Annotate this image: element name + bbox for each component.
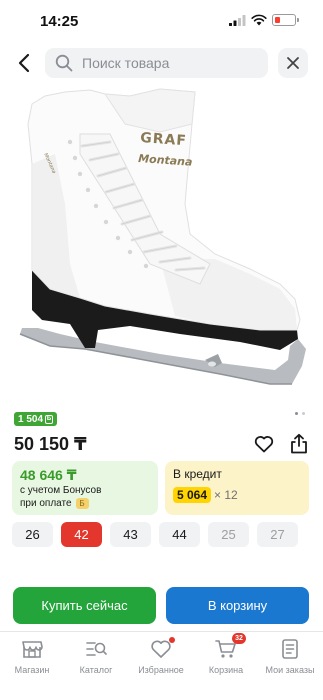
size-option-disabled[interactable]: 25 <box>208 522 249 547</box>
cart-icon: 32 <box>215 633 246 660</box>
size-option-selected[interactable]: 42 <box>61 522 102 547</box>
store-icon <box>22 641 43 658</box>
size-selector: 26 42 43 44 25 27 <box>12 522 298 547</box>
bottom-tab-bar: Магазин Каталог Избранное 32 Корзина Мои… <box>0 631 323 700</box>
status-bar: 14:25 <box>0 0 323 40</box>
size-option[interactable]: 26 <box>12 522 53 547</box>
credit-title: В кредит <box>173 467 222 481</box>
tab-orders[interactable]: Мои заказы <box>258 638 322 675</box>
pagination-dot-active <box>295 412 298 415</box>
search-icon <box>55 54 73 72</box>
tab-label: Мои заказы <box>265 665 315 675</box>
credit-card[interactable]: В кредит 5 064 × 12 <box>165 461 309 515</box>
bonus-badge-value: 1 504 <box>18 413 44 425</box>
notification-dot <box>169 637 175 643</box>
pagination-dot <box>302 412 305 415</box>
tab-label: Каталог <box>79 665 113 675</box>
heart-icon[interactable] <box>254 434 274 454</box>
catalog-icon <box>86 642 107 656</box>
back-button[interactable] <box>12 50 36 76</box>
tab-catalog[interactable]: Каталог <box>64 638 128 675</box>
bonus-icon: Б <box>75 498 89 509</box>
heart-icon <box>150 637 175 660</box>
tab-label: Корзина <box>208 665 244 675</box>
bonus-price: 48 646 ₸ <box>20 467 77 483</box>
bonus-description-line1: с учетом Бонусов <box>20 485 102 496</box>
credit-monthly-amount: 5 064 <box>173 487 212 503</box>
search-placeholder: Поиск товара <box>82 55 170 71</box>
image-pagination-dots <box>295 412 305 415</box>
add-to-cart-button[interactable]: В корзину <box>166 587 309 624</box>
cart-count-badge: 32 <box>232 633 246 644</box>
battery-cap <box>297 18 299 22</box>
tab-label: Избранное <box>138 665 184 675</box>
wifi-icon <box>251 14 267 26</box>
tab-favorites[interactable]: Избранное <box>129 637 193 675</box>
close-icon <box>287 57 299 69</box>
chevron-left-icon <box>18 53 30 73</box>
tab-cart[interactable]: 32 Корзина <box>194 633 258 675</box>
status-time: 14:25 <box>40 13 79 30</box>
tab-label: Магазин <box>14 665 50 675</box>
brand-logo-text: GRAF <box>140 130 188 149</box>
tab-store[interactable]: Магазин <box>0 638 64 675</box>
bonus-description-line2: при оплате <box>20 498 72 509</box>
search-input[interactable]: Поиск товара <box>45 48 268 78</box>
size-option[interactable]: 43 <box>110 522 151 547</box>
bonus-coin-icon: Б <box>45 414 54 424</box>
close-button[interactable] <box>278 48 308 78</box>
cellular-signal-icon <box>229 15 246 26</box>
size-option[interactable]: 44 <box>159 522 200 547</box>
product-price: 50 150 ₸ <box>14 434 87 454</box>
bonus-price-card[interactable]: 48 646 ₸ с учетом Бонусов при оплате Б <box>12 461 158 515</box>
size-option-disabled[interactable]: 27 <box>257 522 298 547</box>
product-image[interactable]: GRAF Montana Montana <box>10 84 310 402</box>
bonus-badge: 1 504 Б <box>14 412 58 426</box>
orders-icon <box>282 639 298 659</box>
share-icon[interactable] <box>289 433 309 454</box>
credit-multiplier: × 12 <box>214 488 238 502</box>
buy-now-button[interactable]: Купить сейчас <box>13 587 156 624</box>
battery-icon <box>272 14 296 26</box>
